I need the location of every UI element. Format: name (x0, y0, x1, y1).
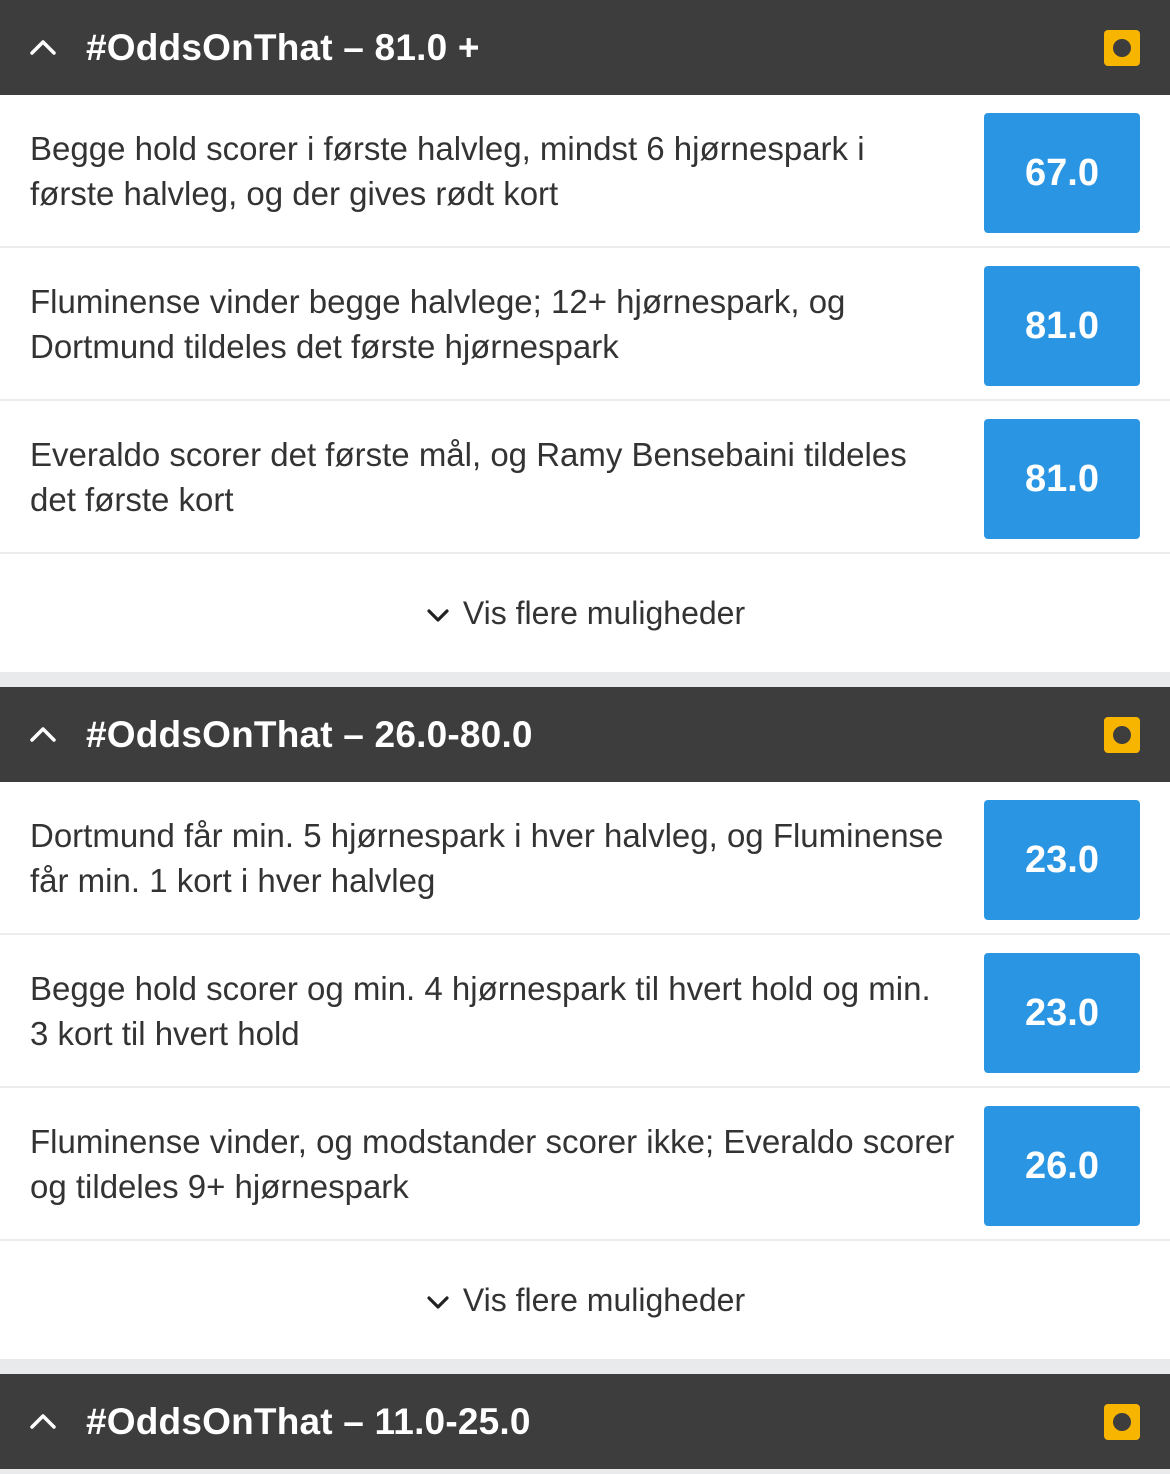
show-more-label: Vis flere muligheder (462, 594, 746, 631)
section-odds-26-80: #OddsOnThat – 26.0-80.0 Dortmund får min… (0, 687, 1170, 1359)
live-indicator-icon (1104, 716, 1140, 753)
chevron-up-icon[interactable] (28, 1410, 58, 1432)
show-more-button[interactable]: Vis flere muligheder (0, 1241, 1170, 1359)
chevron-down-icon (427, 609, 449, 622)
section-odds-81-plus: #OddsOnThat – 81.0 + Begge hold scorer i… (0, 0, 1170, 672)
section-title: #OddsOnThat – 81.0 + (86, 26, 480, 68)
odds-button[interactable]: 26.0 (984, 1106, 1140, 1226)
chevron-up-icon[interactable] (28, 723, 58, 745)
bet-description: Begge hold scorer i første halvleg, mind… (30, 129, 865, 212)
odds-button[interactable]: 81.0 (984, 419, 1140, 539)
bet-row: Dortmund får min. 5 hjørnespark i hver h… (0, 782, 1170, 935)
odds-button[interactable]: 23.0 (984, 800, 1140, 920)
bet-description: Fluminense vinder begge halvlege; 12+ hj… (30, 282, 846, 365)
live-indicator-icon (1104, 29, 1140, 66)
section-title: #OddsOnThat – 11.0-25.0 (86, 1400, 531, 1442)
show-more-label: Vis flere muligheder (462, 1281, 746, 1318)
bet-description: Everaldo scorer det første mål, og Ramy … (30, 435, 907, 518)
bet-row: Fluminense vinder, og modstander scorer … (0, 1088, 1170, 1241)
live-indicator-icon (1104, 1403, 1140, 1440)
odds-button[interactable]: 23.0 (984, 953, 1140, 1073)
section-odds-11-25: #OddsOnThat – 11.0-25.0 (0, 1374, 1170, 1469)
bet-row: Begge hold scorer i første halvleg, mind… (0, 95, 1170, 248)
section-header[interactable]: #OddsOnThat – 11.0-25.0 (0, 1374, 1170, 1469)
bet-description: Begge hold scorer og min. 4 hjørnespark … (30, 969, 931, 1052)
show-more-button[interactable]: Vis flere muligheder (0, 554, 1170, 672)
bet-row: Fluminense vinder begge halvlege; 12+ hj… (0, 248, 1170, 401)
bet-row: Everaldo scorer det første mål, og Ramy … (0, 401, 1170, 554)
chevron-down-icon (427, 1296, 449, 1309)
section-header[interactable]: #OddsOnThat – 26.0-80.0 (0, 687, 1170, 782)
section-header[interactable]: #OddsOnThat – 81.0 + (0, 0, 1170, 95)
bet-description: Dortmund får min. 5 hjørnespark i hver h… (30, 816, 944, 899)
odds-button[interactable]: 67.0 (984, 113, 1140, 233)
odds-button[interactable]: 81.0 (984, 266, 1140, 386)
section-title: #OddsOnThat – 26.0-80.0 (86, 713, 533, 755)
bet-row: Begge hold scorer og min. 4 hjørnespark … (0, 935, 1170, 1088)
chevron-up-icon[interactable] (28, 36, 58, 58)
bet-description: Fluminense vinder, og modstander scorer … (30, 1122, 955, 1205)
